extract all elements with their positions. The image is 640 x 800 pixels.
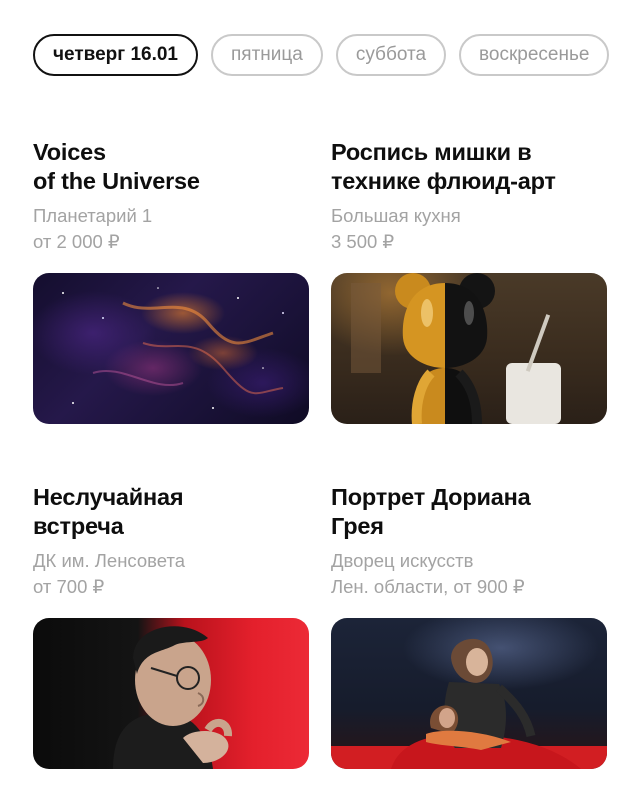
day-tab-label: четверг 16.01 <box>53 44 178 65</box>
event-venue: ДК им. Ленсовета <box>33 550 186 571</box>
event-title[interactable]: Неслучайная встреча <box>33 483 309 541</box>
event-price: 3 500 ₽ <box>331 231 395 252</box>
man-with-glasses-portrait-image[interactable] <box>33 618 309 769</box>
day-tab-label: пятница <box>231 44 303 65</box>
event-price: от 2 000 ₽ <box>33 231 120 252</box>
day-tab-label: суббота <box>355 44 427 65</box>
day-tab-thursday[interactable]: четверг 16.01 <box>33 34 198 76</box>
event-title[interactable]: Портрет Дориана Грея <box>331 483 607 541</box>
event-card[interactable]: Портрет Дориана Грея Дворец искусств Лен… <box>331 483 607 769</box>
painted-bear-figurine-image[interactable] <box>331 273 607 424</box>
bear-figurine-art <box>351 273 561 424</box>
event-card[interactable]: Роспись мишки в технике флюид-арт Больша… <box>331 138 607 424</box>
day-tab-label: воскресенье <box>479 44 590 65</box>
day-tab-friday[interactable]: пятница <box>211 34 323 76</box>
event-venue: Дворец искусств <box>331 550 474 571</box>
event-card[interactable]: Неслучайная встреча ДК им. Ленсовета от … <box>33 483 309 769</box>
portrait-art <box>113 626 232 769</box>
stage-art <box>331 638 607 769</box>
event-card[interactable]: Voices of the Universe Планетарий 1 от 2… <box>33 138 309 424</box>
event-title[interactable]: Voices of the Universe <box>33 138 309 196</box>
theatre-stage-image[interactable] <box>331 618 607 769</box>
nebula-art <box>62 287 284 409</box>
day-tabs: четверг 16.01 пятница суббота воскресень… <box>33 34 610 76</box>
event-price: от 700 ₽ <box>33 576 105 597</box>
day-tab-saturday[interactable]: суббота <box>335 34 447 76</box>
event-price: Лен. области, от 900 ₽ <box>331 576 525 597</box>
event-venue: Большая кухня <box>331 205 461 226</box>
day-tab-sunday[interactable]: воскресенье <box>459 34 610 76</box>
event-venue: Планетарий 1 <box>33 205 153 226</box>
space-nebula-image[interactable] <box>33 273 309 424</box>
event-title[interactable]: Роспись мишки в технике флюид-арт <box>331 138 607 196</box>
